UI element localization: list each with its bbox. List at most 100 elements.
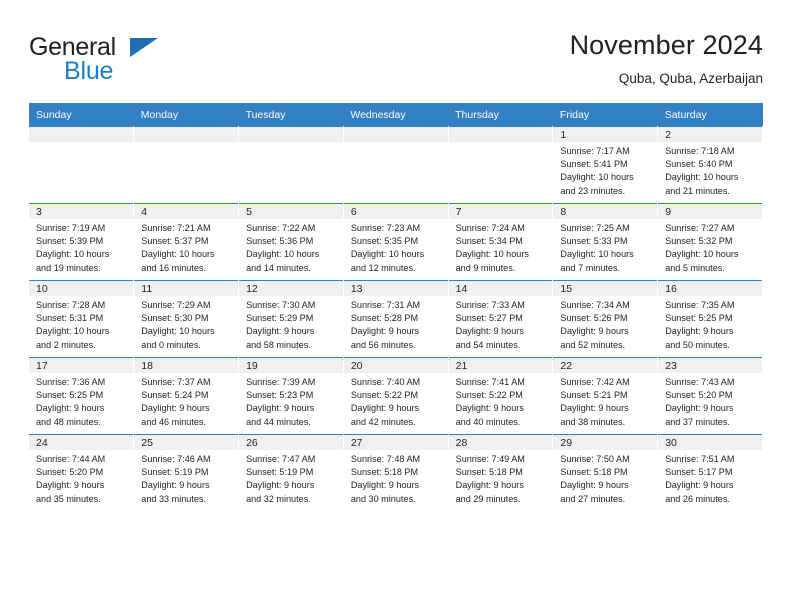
calendar-week-row: 3 Sunrise: 7:19 AM Sunset: 5:39 PM Daylight… <box>29 203 763 281</box>
sunrise-time: Sunrise: 7:51 AM <box>665 454 735 464</box>
daylight-duration-line1: Daylight: 9 hours <box>665 326 734 337</box>
day-number-band: 21 <box>448 358 553 373</box>
sunset-time: Sunset: 5:22 PM <box>455 390 523 401</box>
calendar-body: 1 Sunrise: 7:17 AM Sunset: 5:41 PM Daylight… <box>29 126 763 511</box>
calendar-day-cell[interactable]: 4 Sunrise: 7:21 AM Sunset: 5:37 PM Daylight… <box>133 203 240 281</box>
sunrise-time: Sunrise: 7:29 AM <box>141 300 211 310</box>
location-subtitle: Quba, Quba, Azerbaijan <box>618 71 763 86</box>
day-number: 10 <box>36 283 48 295</box>
sunset-time: Sunset: 5:18 PM <box>350 467 419 478</box>
calendar-day-cell[interactable]: 16 Sunrise: 7:35 AM Sunset: 5:25 PM Dayligh… <box>657 280 763 358</box>
sunrise-time: Sunrise: 7:25 AM <box>560 223 630 233</box>
sunrise-time: Sunrise: 7:44 AM <box>36 454 106 464</box>
daylight-duration-line2: and 33 minutes. <box>141 493 206 504</box>
sunset-time: Sunset: 5:40 PM <box>665 159 733 170</box>
daylight-duration-line1: Daylight: 10 hours <box>560 172 634 183</box>
day-detail-block: Sunrise: 7:25 AM Sunset: 5:33 PM Daylight:… <box>553 219 657 275</box>
day-number: 14 <box>455 283 468 295</box>
calendar-day-cell[interactable]: 11 Sunrise: 7:29 AM Sunset: 5:30 PM Dayligh… <box>133 280 240 358</box>
calendar-day-cell[interactable]: 26 Sunrise: 7:47 AM Sunset: 5:19 PM Dayligh… <box>238 434 344 511</box>
daylight-duration-line2: and 27 minutes. <box>560 493 626 504</box>
calendar-week-row: 17 Sunrise: 7:36 AM Sunset: 5:25 PM Dayligh… <box>29 357 763 435</box>
daylight-duration-line1: Daylight: 10 hours <box>455 249 529 260</box>
sunset-time: Sunset: 5:36 PM <box>246 236 314 247</box>
sunrise-time: Sunrise: 7:30 AM <box>246 300 316 310</box>
day-number-band: 18 <box>134 358 239 373</box>
day-number-band: 20 <box>343 358 448 373</box>
day-number: 2 <box>665 129 672 141</box>
calendar-day-cell[interactable]: 23 Sunrise: 7:43 AM Sunset: 5:20 PM Dayligh… <box>657 357 763 435</box>
calendar-day-cell[interactable]: 20 Sunrise: 7:40 AM Sunset: 5:22 PM Dayligh… <box>343 357 449 435</box>
calendar-day-cell[interactable]: 13 Sunrise: 7:31 AM Sunset: 5:28 PM Dayligh… <box>343 280 449 358</box>
sunset-time: Sunset: 5:20 PM <box>665 390 733 401</box>
calendar-day-cell[interactable]: 14 Sunrise: 7:33 AM Sunset: 5:27 PM Dayligh… <box>448 280 554 358</box>
sunset-time: Sunset: 5:23 PM <box>246 390 314 401</box>
day-number: 7 <box>455 206 462 218</box>
logo-text-general: General <box>29 33 116 61</box>
calendar-day-cell[interactable]: 6 Sunrise: 7:23 AM Sunset: 5:35 PM Daylight… <box>343 203 449 281</box>
day-detail-block: Sunrise: 7:24 AM Sunset: 5:34 PM Daylight:… <box>449 219 553 275</box>
day-number: 30 <box>665 437 677 449</box>
day-detail-block: Sunrise: 7:23 AM Sunset: 5:35 PM Daylight:… <box>344 219 448 275</box>
calendar-day-cell[interactable]: 18 Sunrise: 7:37 AM Sunset: 5:24 PM Dayligh… <box>133 357 240 435</box>
daylight-duration-line1: Daylight: 9 hours <box>141 480 210 491</box>
day-detail-block: Sunrise: 7:43 AM Sunset: 5:20 PM Daylight:… <box>658 373 762 429</box>
day-number: 4 <box>141 206 148 218</box>
sunset-time: Sunset: 5:39 PM <box>36 236 104 247</box>
calendar-day-cell[interactable]: 27 Sunrise: 7:48 AM Sunset: 5:18 PM Dayligh… <box>343 434 449 511</box>
daylight-duration-line1: Daylight: 9 hours <box>246 326 315 337</box>
calendar-day-cell[interactable]: 2 Sunrise: 7:18 AM Sunset: 5:40 PM Daylight… <box>657 126 763 204</box>
daylight-duration-line1: Daylight: 9 hours <box>665 403 734 414</box>
day-number: 9 <box>665 206 672 218</box>
weekday-header-saturday: Saturday <box>657 103 763 127</box>
calendar-day-cell[interactable]: 7 Sunrise: 7:24 AM Sunset: 5:34 PM Daylight… <box>448 203 554 281</box>
calendar-day-cell[interactable]: 9 Sunrise: 7:27 AM Sunset: 5:32 PM Daylight… <box>657 203 763 281</box>
calendar-day-cell[interactable]: 15 Sunrise: 7:34 AM Sunset: 5:26 PM Dayligh… <box>552 280 659 358</box>
sunrise-time: Sunrise: 7:24 AM <box>455 223 525 233</box>
day-detail-block: Sunrise: 7:44 AM Sunset: 5:20 PM Daylight:… <box>29 450 133 506</box>
day-number: 24 <box>36 437 48 449</box>
daylight-duration-line1: Daylight: 9 hours <box>246 480 315 491</box>
sunset-time: Sunset: 5:21 PM <box>560 390 628 401</box>
calendar-day-cell[interactable]: 24 Sunrise: 7:44 AM Sunset: 5:20 PM Dayligh… <box>29 434 135 511</box>
calendar-day-cell[interactable]: 3 Sunrise: 7:19 AM Sunset: 5:39 PM Daylight… <box>29 203 135 281</box>
sunset-time: Sunset: 5:24 PM <box>141 390 209 401</box>
calendar-day-cell[interactable]: 21 Sunrise: 7:41 AM Sunset: 5:22 PM Dayligh… <box>448 357 554 435</box>
day-number-band <box>343 127 448 142</box>
day-detail-block: Sunrise: 7:51 AM Sunset: 5:17 PM Daylight:… <box>658 450 762 506</box>
calendar-day-cell[interactable]: 29 Sunrise: 7:50 AM Sunset: 5:18 PM Dayligh… <box>552 434 659 511</box>
daylight-duration-line2: and 12 minutes. <box>350 262 416 273</box>
calendar-day-cell[interactable]: 28 Sunrise: 7:49 AM Sunset: 5:18 PM Dayligh… <box>448 434 554 511</box>
day-detail-block: Sunrise: 7:34 AM Sunset: 5:26 PM Daylight:… <box>553 296 657 352</box>
calendar-day-cell[interactable]: 8 Sunrise: 7:25 AM Sunset: 5:33 PM Daylight… <box>552 203 659 281</box>
day-number-band: 4 <box>134 204 239 219</box>
day-detail-block: Sunrise: 7:33 AM Sunset: 5:27 PM Daylight:… <box>449 296 553 352</box>
logo-triangle-icon <box>130 38 158 57</box>
daylight-duration-line1: Daylight: 9 hours <box>350 480 420 491</box>
sunset-time: Sunset: 5:37 PM <box>141 236 209 247</box>
calendar-day-cell[interactable]: 1 Sunrise: 7:17 AM Sunset: 5:41 PM Daylight… <box>552 126 659 204</box>
sunset-time: Sunset: 5:19 PM <box>141 467 209 478</box>
day-detail-block: Sunrise: 7:22 AM Sunset: 5:36 PM Daylight:… <box>239 219 343 275</box>
day-number-band: 6 <box>343 204 448 219</box>
sunset-time: Sunset: 5:19 PM <box>246 467 314 478</box>
calendar-day-cell[interactable]: 5 Sunrise: 7:22 AM Sunset: 5:36 PM Daylight… <box>238 203 344 281</box>
daylight-duration-line2: and 26 minutes. <box>665 493 730 504</box>
daylight-duration-line2: and 52 minutes. <box>560 339 626 350</box>
sunrise-time: Sunrise: 7:40 AM <box>350 377 421 387</box>
calendar-day-cell[interactable]: 22 Sunrise: 7:42 AM Sunset: 5:21 PM Dayligh… <box>552 357 659 435</box>
sunrise-time: Sunrise: 7:43 AM <box>665 377 735 387</box>
calendar-day-cell[interactable]: 17 Sunrise: 7:36 AM Sunset: 5:25 PM Dayligh… <box>29 357 135 435</box>
general-blue-logo[interactable]: General Blue <box>29 34 219 92</box>
calendar-day-cell[interactable]: 25 Sunrise: 7:46 AM Sunset: 5:19 PM Dayligh… <box>133 434 240 511</box>
daylight-duration-line2: and 54 minutes. <box>455 339 521 350</box>
sunrise-time: Sunrise: 7:22 AM <box>246 223 316 233</box>
daylight-duration-line2: and 0 minutes. <box>141 339 201 350</box>
calendar-day-cell[interactable]: 10 Sunrise: 7:28 AM Sunset: 5:31 PM Dayligh… <box>29 280 135 358</box>
daylight-duration-line1: Daylight: 10 hours <box>246 249 320 260</box>
day-detail-block: Sunrise: 7:30 AM Sunset: 5:29 PM Daylight:… <box>239 296 343 352</box>
daylight-duration-line2: and 21 minutes. <box>665 185 730 196</box>
calendar-day-cell[interactable]: 30 Sunrise: 7:51 AM Sunset: 5:17 PM Dayligh… <box>657 434 763 511</box>
calendar-day-cell[interactable]: 12 Sunrise: 7:30 AM Sunset: 5:29 PM Dayligh… <box>238 280 344 358</box>
calendar-day-cell[interactable]: 19 Sunrise: 7:39 AM Sunset: 5:23 PM Dayligh… <box>238 357 344 435</box>
